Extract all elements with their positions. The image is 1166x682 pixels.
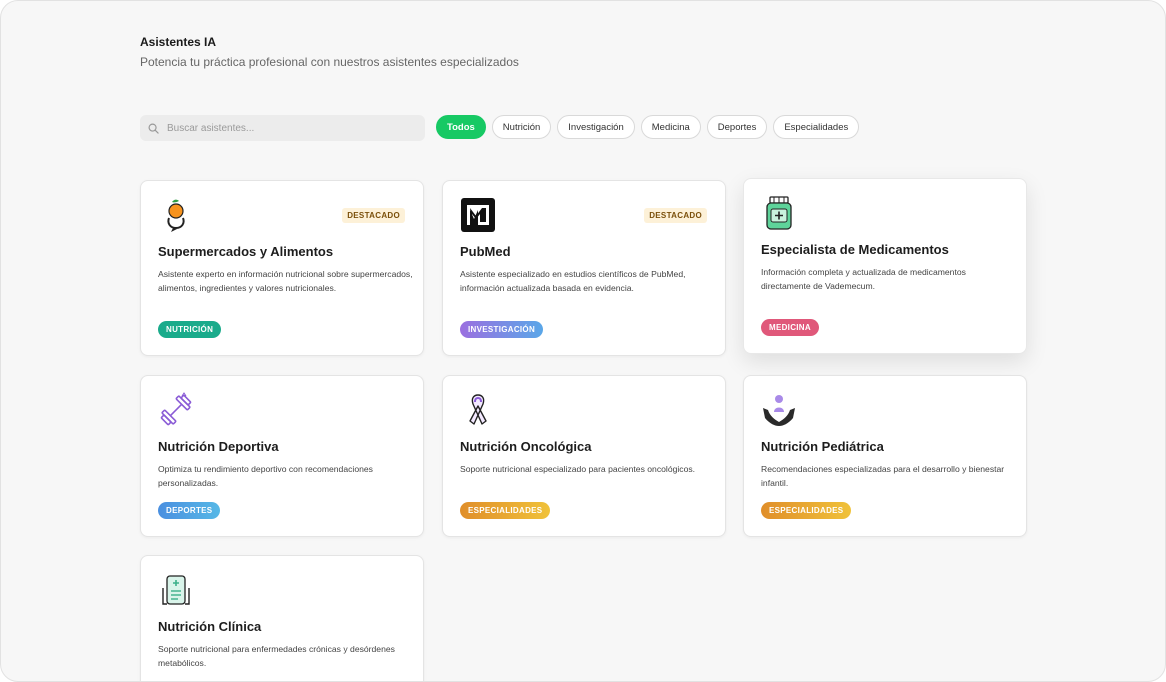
assistant-card-pubmed[interactable]: DESTACADO PubMed Asistente especializado…: [442, 180, 726, 356]
category-tag[interactable]: ESPECIALIDADES: [761, 502, 852, 519]
card-title: PubMed: [460, 244, 511, 259]
filter-chips: Todos Nutrición Investigación Medicina D…: [436, 115, 860, 139]
filter-chip-especialidades[interactable]: Especialidades: [773, 115, 860, 139]
clinical-clipboard-icon: [162, 575, 190, 605]
dumbbell-icon: [160, 392, 192, 426]
page-subtitle: Potencia tu práctica profesional con nue…: [140, 55, 519, 69]
category-tag[interactable]: ESPECIALIDADES: [460, 502, 551, 519]
card-description: Optimiza tu rendimiento deportivo con re…: [158, 464, 373, 488]
search-box[interactable]: [140, 115, 425, 141]
medicine-bottle-icon: [766, 196, 792, 230]
filter-chip-medicina[interactable]: Medicina: [640, 115, 701, 139]
child-care-hands-icon: [763, 395, 795, 426]
card-description: Información completa y actualizada de me…: [761, 267, 966, 291]
card-description: Soporte nutricional para enfermedades cr…: [158, 644, 395, 668]
search-icon: [148, 123, 159, 134]
search-input[interactable]: [165, 121, 409, 135]
card-description: Soporte nutricional especializado para p…: [460, 464, 696, 474]
page-title: Asistentes IA: [140, 35, 217, 49]
card-description: Recomendaciones especializadas para el d…: [761, 464, 1005, 488]
assistant-card-supermercados[interactable]: DESTACADO Supermercados y Alimentos Asis…: [140, 180, 424, 356]
card-title: Supermercados y Alimentos: [158, 244, 334, 259]
assistant-card-medicamentos[interactable]: Especialista de Medicamentos Información…: [743, 178, 1027, 354]
card-title: Nutrición Pediátrica: [761, 439, 884, 454]
card-title: Nutrición Clínica: [158, 619, 262, 634]
filter-chip-todos[interactable]: Todos: [436, 115, 486, 139]
awareness-ribbon-icon: [469, 394, 487, 425]
filter-chip-investigacion[interactable]: Investigación: [557, 115, 635, 139]
featured-badge: DESTACADO: [342, 208, 405, 223]
assistant-card-pediatrica[interactable]: Nutrición Pediátrica Recomendaciones esp…: [743, 375, 1027, 537]
assistant-card-oncologica[interactable]: Nutrición Oncológica Soporte nutricional…: [442, 375, 726, 537]
category-tag[interactable]: MEDICINA: [761, 319, 819, 336]
assistant-card-deportiva[interactable]: Nutrición Deportiva Optimiza tu rendimie…: [140, 375, 424, 537]
featured-badge: DESTACADO: [644, 208, 707, 223]
card-title: Nutrición Oncológica: [460, 439, 592, 454]
app-frame: Asistentes IA Potencia tu práctica profe…: [0, 0, 1166, 682]
card-title: Especialista de Medicamentos: [761, 242, 949, 257]
category-tag[interactable]: INVESTIGACIÓN: [460, 321, 544, 338]
category-tag[interactable]: NUTRICIÓN: [158, 321, 222, 338]
filter-chip-deportes[interactable]: Deportes: [706, 115, 768, 139]
category-tag[interactable]: DEPORTES: [158, 502, 221, 519]
card-description: Asistente especializado en estudios cien…: [460, 269, 686, 293]
pubmed-logo-icon: [461, 198, 495, 232]
card-description: Asistente experto en información nutrici…: [158, 269, 413, 293]
filter-chip-nutricion[interactable]: Nutrición: [491, 115, 552, 139]
orange-person-icon: [167, 199, 185, 232]
assistant-card-clinica[interactable]: Nutrición Clínica Soporte nutricional pa…: [140, 555, 424, 681]
card-title: Nutrición Deportiva: [158, 439, 279, 454]
